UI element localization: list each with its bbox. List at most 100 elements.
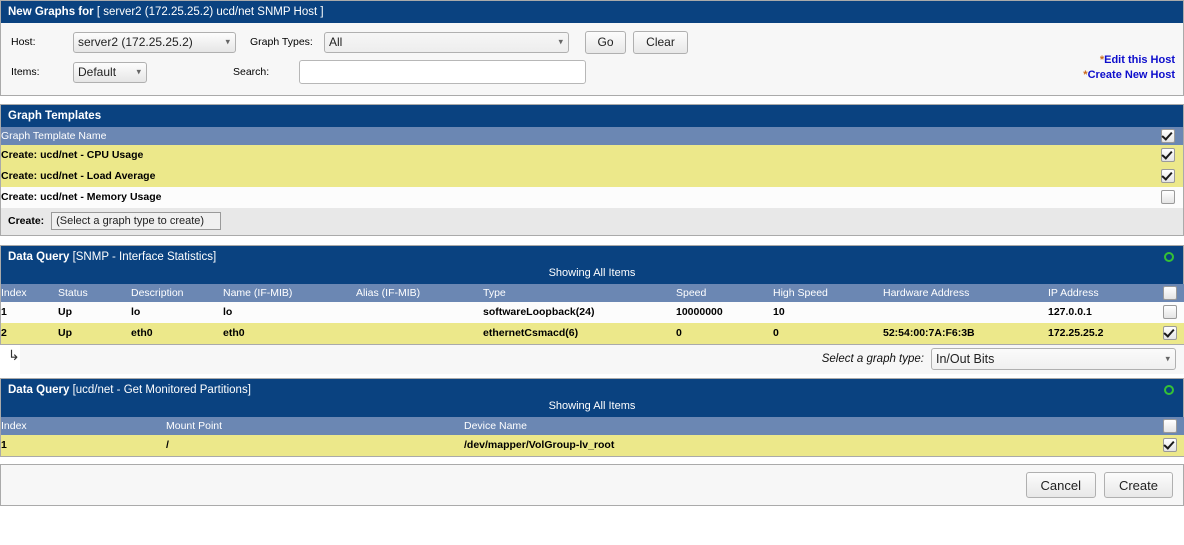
table-row[interactable]: 1 / /dev/mapper/VolGroup-lv_root	[1, 435, 1184, 456]
host-links: *Edit this Host *Create New Host	[1083, 53, 1175, 83]
graph-templates-column-header: Graph Template Name	[1, 127, 1183, 145]
partitions-column-header: Index Mount Point Device Name	[1, 417, 1184, 435]
row-checkbox[interactable]	[1163, 326, 1177, 341]
green-ring-icon[interactable]	[1164, 252, 1174, 262]
spacer	[0, 236, 1184, 245]
create-graph-type-select[interactable]: (Select a graph type to create)	[51, 212, 222, 231]
column-mount-point: Mount Point	[166, 420, 223, 432]
graph-types-label: Graph Types:	[250, 36, 313, 48]
create-new-host-label: Create New Host	[1087, 69, 1175, 81]
cell-hardware-address: 52:54:00:7A:F6:3B	[883, 327, 975, 339]
cell-speed: 10000000	[676, 306, 723, 318]
host-label: Host:	[11, 36, 36, 48]
graph-type-controls: Select a graph type: In/Out Bits ▾	[19, 345, 1184, 374]
filter-form: Host: server2 (172.25.25.2) ▾ Graph Type…	[0, 23, 1184, 96]
column-speed: Speed	[676, 287, 707, 299]
graph-types-select[interactable]: All	[324, 31, 569, 53]
action-footer: Cancel Create	[0, 464, 1184, 506]
interface-column-header: Index Status Description Name (IF-MIB) A…	[1, 284, 1184, 302]
column-index: Index	[1, 420, 27, 432]
cell-device-name: /dev/mapper/VolGroup-lv_root	[464, 439, 615, 451]
cancel-button[interactable]: Cancel	[1025, 472, 1096, 498]
cell-alias-ifmib	[356, 323, 483, 344]
create-new-host-link[interactable]: *Create New Host	[1083, 68, 1175, 83]
column-alias-ifmib: Alias (IF-MIB)	[356, 287, 421, 299]
data-query-interface-title-bar: Data Query [SNMP - Interface Statistics]	[1, 246, 1183, 265]
search-input[interactable]	[299, 60, 586, 84]
column-ip-address: IP Address	[1048, 287, 1099, 299]
data-query-interface-panel: Data Query [SNMP - Interface Statistics]…	[0, 245, 1184, 345]
row-select-cell	[1153, 187, 1183, 208]
select-all-cell	[1155, 284, 1184, 302]
column-hardware-address: Hardware Address	[883, 287, 970, 299]
partitions-table: Index Mount Point Device Name 1 / /dev/m…	[1, 417, 1184, 456]
column-description: Description	[131, 287, 184, 299]
items-select[interactable]: Default	[73, 61, 147, 83]
cell-mount-point: /	[166, 439, 169, 451]
cell-alias-ifmib	[356, 302, 483, 323]
items-select-wrap: Default ▾	[73, 61, 147, 83]
graph-template-name: Create: ucd/net - CPU Usage	[1, 149, 144, 161]
select-all-checkbox[interactable]	[1163, 419, 1177, 434]
data-query-partitions-title-bar: Data Query [ucd/net - Get Monitored Part…	[1, 379, 1183, 398]
search-label: Search:	[233, 66, 270, 78]
cell-high-speed: 0	[773, 327, 779, 339]
select-all-cell	[1153, 127, 1183, 145]
column-device-name: Device Name	[464, 420, 528, 432]
table-row[interactable]: Create: ucd/net - Load Average	[1, 166, 1183, 187]
data-query-target: [ucd/net - Get Monitored Partitions]	[72, 384, 251, 396]
table-row[interactable]: 1 Up lo lo softwareLoopback(24) 10000000…	[1, 302, 1184, 323]
green-ring-icon[interactable]	[1164, 385, 1174, 395]
items-label: Items:	[11, 66, 40, 78]
cell-ip-address: 127.0.0.1	[1048, 306, 1092, 318]
filter-row-2: Items: Default ▾ Search:	[1, 57, 1183, 87]
graph-types-select-wrap: All ▾	[324, 31, 569, 53]
interface-statistics-table: Index Status Description Name (IF-MIB) A…	[1, 284, 1184, 344]
select-all-checkbox[interactable]	[1163, 286, 1177, 301]
clear-button[interactable]: Clear	[633, 30, 688, 54]
table-row[interactable]: 2 Up eth0 eth0 ethernetCsmacd(6) 0 0 52:…	[1, 323, 1184, 344]
edit-this-host-link[interactable]: *Edit this Host	[1083, 53, 1175, 68]
row-checkbox[interactable]	[1161, 190, 1175, 205]
column-name-ifmib: Name (IF-MIB)	[223, 287, 293, 299]
graph-templates-table: Graph Template Name Create: ucd/net - CP…	[1, 127, 1183, 208]
create-button[interactable]: Create	[1103, 472, 1173, 498]
cell-speed: 0	[676, 327, 682, 339]
spacer	[0, 96, 1184, 104]
graph-type-selector-row: ↳ Select a graph type: In/Out Bits ▾	[0, 345, 1184, 374]
cell-name-ifmib: eth0	[223, 327, 245, 339]
data-query-label: Data Query	[8, 384, 70, 396]
graph-type-select-wrap: In/Out Bits ▾	[931, 348, 1176, 370]
row-select-cell	[1155, 302, 1184, 323]
row-checkbox[interactable]	[1163, 305, 1177, 320]
table-row[interactable]: Create: ucd/net - CPU Usage	[1, 145, 1183, 166]
select-all-cell	[1155, 417, 1184, 435]
data-query-partitions-panel: Data Query [ucd/net - Get Monitored Part…	[0, 378, 1184, 457]
row-checkbox[interactable]	[1161, 148, 1175, 163]
row-select-cell	[1155, 323, 1184, 344]
graph-templates-panel: Graph Templates Graph Template Name Crea…	[0, 104, 1184, 236]
row-select-cell	[1153, 145, 1183, 166]
page-title-prefix: New Graphs for	[8, 6, 94, 18]
column-index: Index	[1, 287, 27, 299]
column-high-speed: High Speed	[773, 287, 828, 299]
edit-this-host-label: Edit this Host	[1104, 54, 1175, 66]
row-checkbox[interactable]	[1163, 438, 1177, 453]
cell-status: Up	[58, 327, 72, 339]
column-type: Type	[483, 287, 506, 299]
cell-description: eth0	[131, 327, 153, 339]
select-all-checkbox[interactable]	[1161, 129, 1175, 144]
go-button[interactable]: Go	[585, 30, 626, 54]
table-row[interactable]: Create: ucd/net - Memory Usage	[1, 187, 1183, 208]
graph-templates-title: Graph Templates	[1, 105, 1183, 127]
column-status: Status	[58, 287, 88, 299]
graph-type-select[interactable]: In/Out Bits	[931, 348, 1176, 370]
select-graph-type-label: Select a graph type:	[821, 353, 924, 365]
cell-status: Up	[58, 306, 72, 318]
spacer	[0, 457, 1184, 464]
row-checkbox[interactable]	[1161, 169, 1175, 184]
cell-description: lo	[131, 306, 141, 318]
host-select[interactable]: server2 (172.25.25.2)	[73, 31, 236, 53]
cell-index: 1	[1, 306, 7, 318]
create-label: Create:	[8, 215, 45, 227]
